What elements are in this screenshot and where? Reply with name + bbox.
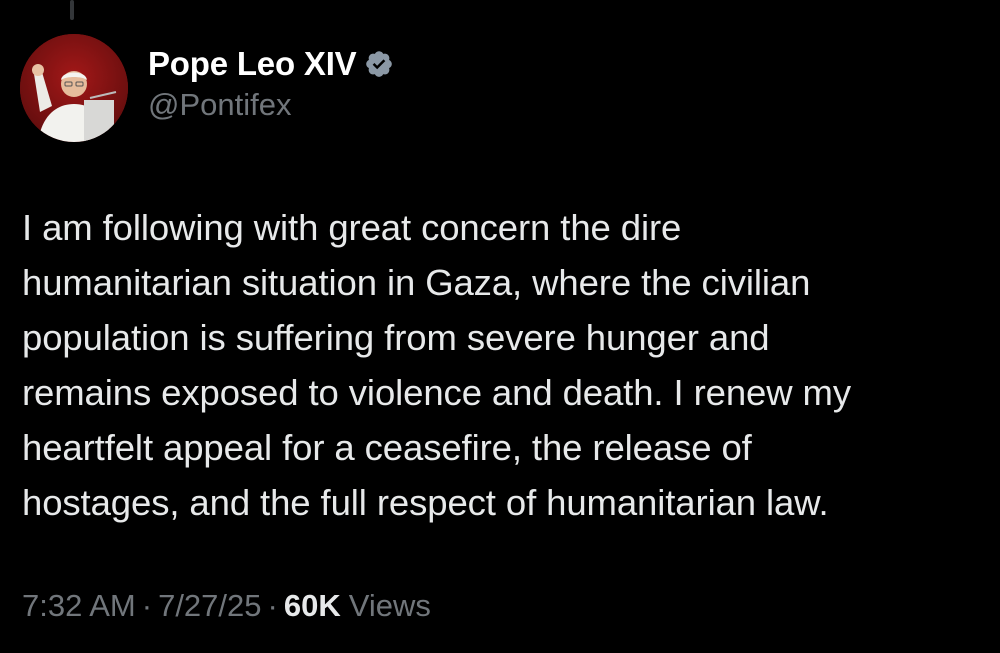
author-names: Pope Leo XIV @Pontifex <box>148 45 394 123</box>
tweet-metadata: 7:32 AM · 7/27/25 · 60K Views <box>22 588 431 624</box>
separator-dot-2: · <box>267 588 278 623</box>
tweet-text: I am following with great concern the di… <box>22 207 851 523</box>
views-count[interactable]: 60K <box>284 588 341 624</box>
separator-dot: · <box>141 588 153 623</box>
tweet-time[interactable]: 7:32 AM <box>22 588 136 624</box>
name-row: Pope Leo XIV <box>148 45 394 83</box>
avatar[interactable] <box>20 34 128 142</box>
avatar-image <box>20 34 128 142</box>
thread-connector-line <box>70 0 74 20</box>
display-name[interactable]: Pope Leo XIV <box>148 45 357 83</box>
tweet-header: Pope Leo XIV @Pontifex <box>20 34 394 142</box>
views-label[interactable]: Views <box>349 588 431 624</box>
handle[interactable]: @Pontifex <box>148 87 394 123</box>
tweet-date[interactable]: 7/27/25 <box>158 588 261 624</box>
verified-badge-icon[interactable] <box>364 49 394 79</box>
